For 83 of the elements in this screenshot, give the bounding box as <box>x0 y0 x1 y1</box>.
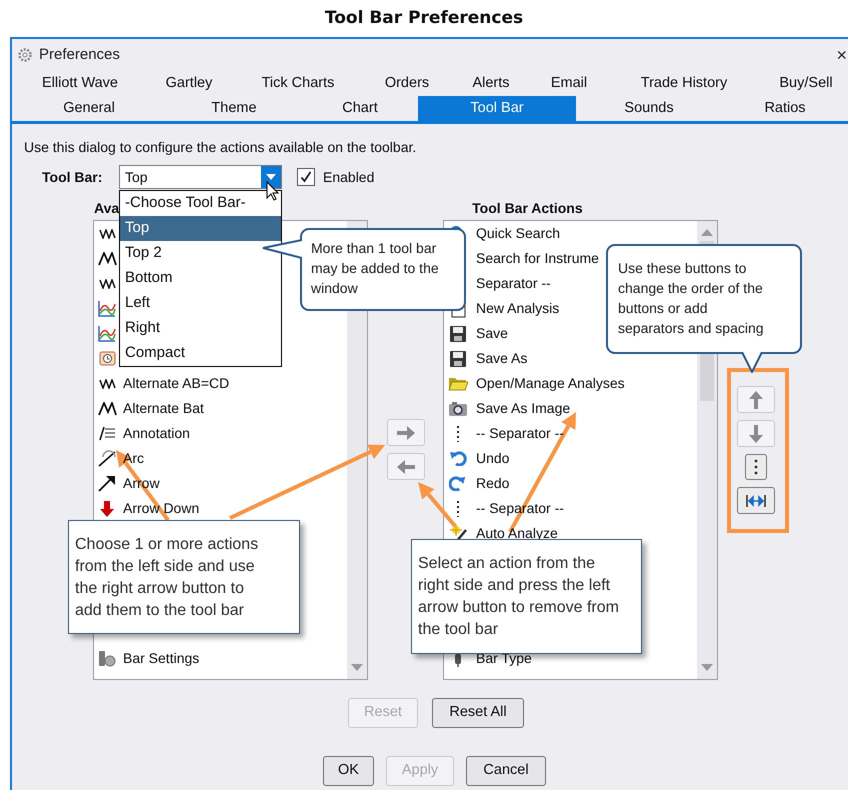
button[interactable]: Cancel <box>466 756 546 786</box>
field-label: Tool Bar: <box>42 168 104 186</box>
pointer-arrow <box>418 482 457 528</box>
camera-icon <box>448 400 468 416</box>
scroll-up-icon[interactable] <box>701 229 713 236</box>
tab[interactable]: Alerts <box>448 71 534 96</box>
tab[interactable]: Buy/Sell <box>764 71 848 96</box>
callout-tooltip: More than 1 tool bar may be added to the window <box>300 228 466 311</box>
tooltip-pointer <box>740 352 764 373</box>
list-item[interactable]: Annotation <box>94 421 347 446</box>
arc-icon <box>98 450 116 467</box>
zigzag-icon <box>98 278 116 288</box>
right-arrow-icon <box>396 424 416 440</box>
list-item[interactable]: Alternate AB=CD <box>94 371 347 396</box>
tab[interactable]: Trade History <box>604 71 764 96</box>
dropdown-option[interactable]: Left <box>120 291 281 316</box>
hint-tooltip: Select an action from the right side and press the left arrow button to remove from the tool bar <box>411 539 642 654</box>
gear-icon <box>17 47 33 63</box>
scroll-down-icon[interactable] <box>701 664 713 671</box>
zigzag-icon <box>98 252 116 266</box>
line-chart-icon <box>98 300 116 317</box>
dropdown-field[interactable]: Top <box>119 165 282 189</box>
dropdown-option[interactable]: Right <box>120 316 281 341</box>
tab[interactable]: Elliott Wave <box>12 71 148 96</box>
folder-icon <box>448 376 468 390</box>
page-title: Tool Bar Preferences <box>324 6 524 30</box>
up-arrow-icon <box>748 390 764 410</box>
add-separator-button[interactable] <box>745 454 767 480</box>
checkbox-label: Enabled <box>323 168 374 186</box>
tab[interactable]: Chart <box>302 96 418 121</box>
dropdown-option[interactable]: Top <box>120 216 281 241</box>
checkbox[interactable] <box>297 168 315 186</box>
zigzag-icon <box>98 402 116 416</box>
add-spacing-button[interactable] <box>737 487 775 514</box>
close-button[interactable]: × <box>836 46 847 64</box>
move-right-button[interactable] <box>387 419 425 446</box>
separator-icon <box>457 424 459 442</box>
dropdown-option[interactable]: -Choose Tool Bar- <box>120 191 281 216</box>
list-item[interactable]: Redo <box>444 471 697 496</box>
line-chart-icon <box>98 325 116 342</box>
tab[interactable]: Tick Charts <box>230 71 366 96</box>
alarm-clock-icon <box>98 351 116 366</box>
tab[interactable]: Ratios <box>722 96 848 121</box>
window-title: Preferences <box>39 44 120 65</box>
list-header: Tool Bar Actions <box>472 198 583 218</box>
move-up-button[interactable] <box>737 386 775 413</box>
list-item[interactable]: Bar Settings <box>94 646 347 671</box>
settings-icon <box>98 650 116 667</box>
list-item[interactable]: Open/Manage Analyses <box>444 371 697 396</box>
spacing-icon <box>745 494 767 508</box>
tab[interactable]: Gartley <box>148 71 230 96</box>
tab[interactable]: Orders <box>366 71 448 96</box>
tab[interactable]: Sounds <box>576 96 722 121</box>
separator-icon <box>457 500 459 518</box>
redo-icon <box>449 476 467 491</box>
move-down-button[interactable] <box>737 420 775 447</box>
left-arrow-icon <box>396 458 416 474</box>
down-arrow-icon <box>99 500 115 518</box>
dropdown-option[interactable]: Bottom <box>120 266 281 291</box>
callout-tooltip: Use these buttons to change the order of the buttons or add separators and spacing <box>606 244 802 354</box>
undo-icon <box>449 451 467 466</box>
description-text: Use this dialog to configure the actions available on the toolbar. <box>24 138 418 157</box>
zigzag-icon <box>98 228 116 238</box>
tab[interactable]: General <box>12 96 166 121</box>
tab[interactable]: Theme <box>166 96 302 121</box>
hint-tooltip: Choose 1 or more actions from the left side and use the right arrow button to add them to the tool bar <box>68 520 300 634</box>
button[interactable]: OK <box>323 756 374 786</box>
list-item[interactable]: Undo <box>444 446 697 471</box>
tab[interactable]: Email <box>534 71 604 96</box>
list-header: Ava <box>94 198 120 218</box>
dropdown-option[interactable]: Compact <box>120 341 281 366</box>
move-left-button[interactable] <box>387 453 425 480</box>
button[interactable]: Reset All <box>432 698 524 728</box>
tab[interactable]: Tool Bar <box>418 96 576 121</box>
list-item[interactable]: Alternate Bat <box>94 396 347 421</box>
annotation-icon <box>98 426 116 441</box>
check-icon <box>300 171 312 183</box>
diagonal-arrow-icon <box>98 475 116 492</box>
vertical-dots-icon <box>754 459 758 475</box>
scroll-down-icon[interactable] <box>351 664 363 671</box>
zigzag-icon <box>98 378 116 388</box>
down-arrow-icon <box>748 424 764 444</box>
list-item[interactable]: Save As Image <box>444 396 697 421</box>
